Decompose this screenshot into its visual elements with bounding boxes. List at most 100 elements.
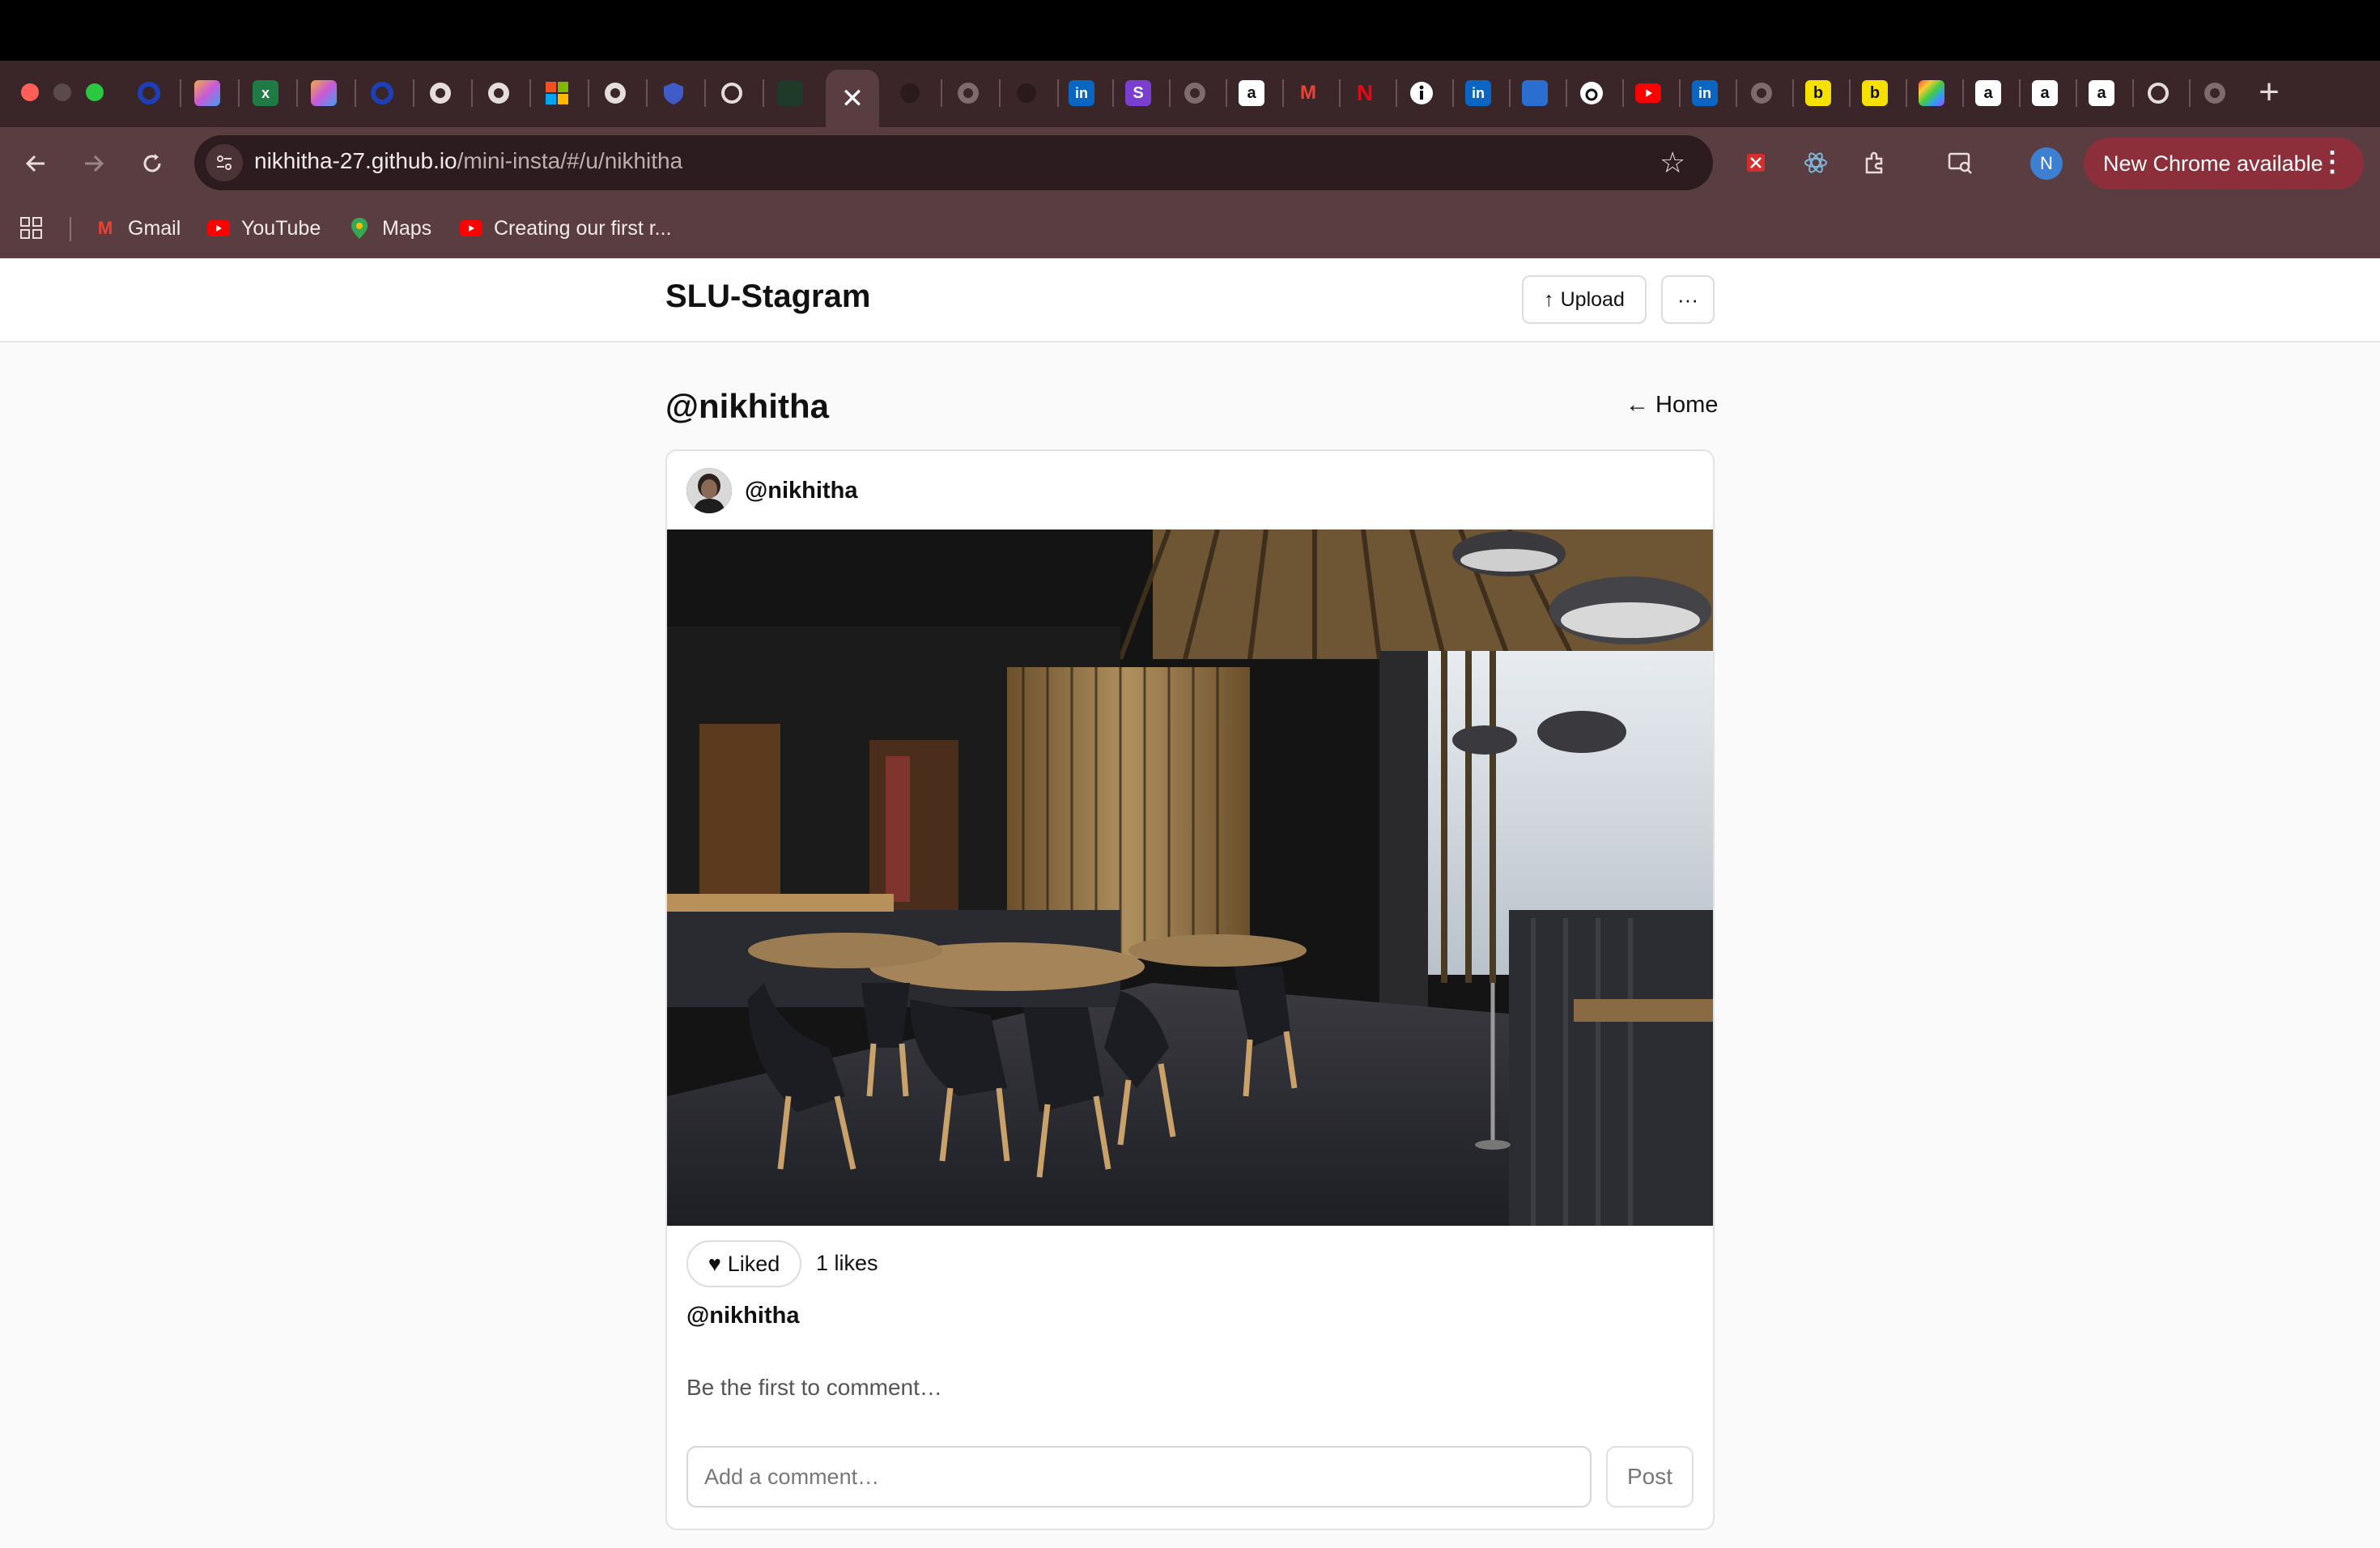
- tab-favicon-globe-icon[interactable]: [427, 80, 453, 106]
- tab-separator: [1339, 79, 1341, 107]
- home-link[interactable]: ← Home: [1626, 392, 1718, 419]
- tab-favicon-amazon-icon[interactable]: a: [2032, 80, 2058, 106]
- tab-separator: [588, 79, 589, 107]
- tab-separator: [1792, 79, 1794, 107]
- tab-favicon-linkedin-icon[interactable]: in: [1069, 80, 1094, 106]
- post-username[interactable]: @nikhitha: [745, 478, 857, 504]
- apps-grid-icon[interactable]: [19, 214, 44, 243]
- tab-favicon-linkedin-icon[interactable]: in: [1692, 80, 1718, 106]
- tab-favicon-youtube-icon[interactable]: [1635, 80, 1661, 106]
- bookmark-youtube[interactable]: YouTube: [207, 214, 321, 243]
- avatar[interactable]: [686, 468, 732, 513]
- extension-atom-icon[interactable]: [1799, 146, 1833, 180]
- tab-favicon-globe-icon[interactable]: [486, 80, 512, 106]
- tab-favicon-s-icon[interactable]: S: [1125, 80, 1151, 106]
- tab-separator: [1906, 79, 1907, 107]
- site-info-icon[interactable]: [206, 144, 243, 181]
- youtube-icon: [207, 217, 230, 240]
- tab-favicon-globe-icon[interactable]: [2202, 80, 2228, 106]
- tab-favicon-globe-icon[interactable]: [955, 80, 981, 106]
- app-brand[interactable]: SLU-Stagram: [665, 279, 870, 315]
- tab-favicon-info-icon[interactable]: [1409, 80, 1434, 106]
- tab-favicon-linkedin-icon[interactable]: in: [1465, 80, 1491, 106]
- tab-favicon-globe-icon[interactable]: [602, 80, 628, 106]
- tab-favicon-amazon-icon[interactable]: a: [2089, 80, 2114, 106]
- tab-separator: [999, 79, 1001, 107]
- menu-bar: [0, 0, 2380, 61]
- tab-search-icon[interactable]: [1943, 146, 1977, 180]
- like-button[interactable]: ♥ Liked: [686, 1240, 801, 1287]
- gmail-icon: M: [97, 218, 113, 238]
- tab-favicon-gmail-icon[interactable]: M: [1295, 80, 1321, 106]
- tab-favicon-github-icon[interactable]: [897, 80, 923, 106]
- forward-arrow-icon: [85, 155, 104, 172]
- profile-avatar[interactable]: N: [2030, 147, 2063, 180]
- upload-button[interactable]: ↑ Upload: [1522, 275, 1647, 324]
- close-window-button[interactable]: [21, 83, 39, 101]
- tab-separator: [413, 79, 414, 107]
- tab-favicon-b-icon[interactable]: b: [1805, 80, 1831, 106]
- tab-favicon-github-icon[interactable]: [1014, 80, 1039, 106]
- back-button[interactable]: [15, 142, 57, 185]
- tab-favicon-shield-icon[interactable]: [661, 80, 686, 106]
- more-options-button[interactable]: ···: [1661, 275, 1715, 324]
- comment-input[interactable]: [686, 1446, 1592, 1508]
- tab-separator: [1679, 79, 1681, 107]
- minimize-window-button[interactable]: [53, 83, 71, 101]
- tab-separator: [1509, 79, 1511, 107]
- tab-favicon-openai-icon[interactable]: [719, 80, 745, 106]
- tab-favicon-ring-icon[interactable]: [136, 80, 162, 106]
- bookmark-label: Gmail: [128, 216, 181, 240]
- caption-username[interactable]: @nikhitha: [686, 1303, 799, 1329]
- bookmark-label: Maps: [382, 216, 432, 240]
- maps-icon: [348, 217, 371, 240]
- tab-separator: [1849, 79, 1851, 107]
- tab-favicon-colorful-icon[interactable]: [1919, 80, 1944, 106]
- tab-favicon-dark-icon[interactable]: [777, 80, 803, 106]
- tab-separator: [1226, 79, 1227, 107]
- tab-favicon-amazon-icon[interactable]: a: [1975, 80, 2001, 106]
- tab-separator: [2132, 79, 2134, 107]
- tab-favicon-openai-icon[interactable]: [2145, 80, 2171, 106]
- bookmark-star-icon[interactable]: ☆: [1660, 147, 1685, 179]
- tab-separator: [2019, 79, 2021, 107]
- tab-favicon-copilot-icon[interactable]: [311, 80, 337, 106]
- tab-favicon-globe-icon[interactable]: [1182, 80, 1208, 106]
- new-tab-button[interactable]: +: [2250, 74, 2288, 112]
- tab-favicon-amazon-icon[interactable]: a: [1239, 80, 1264, 106]
- tab-separator: [471, 79, 473, 107]
- chrome-update-button[interactable]: New Chrome available ⋮: [2084, 138, 2364, 189]
- tab-favicon-copilot-icon[interactable]: [194, 80, 220, 106]
- tab-separator: [1962, 79, 1964, 107]
- tab-favicon-netflix-icon[interactable]: N: [1352, 80, 1378, 106]
- tab-favicon-excel-icon[interactable]: x: [253, 80, 278, 106]
- tab-favicon-tie-icon[interactable]: [1522, 80, 1548, 106]
- bookmark-maps[interactable]: Maps: [348, 214, 431, 243]
- tab-separator: [1112, 79, 1114, 107]
- tab-separator: [2189, 79, 2191, 107]
- url-text[interactable]: nikhitha-27.github.io/mini-insta/#/u/nik…: [254, 148, 682, 174]
- active-tab-close-button[interactable]: ✕: [826, 70, 879, 127]
- heart-icon: ♥: [708, 1251, 721, 1276]
- tab-favicon-six-icon[interactable]: [1579, 80, 1604, 106]
- extension-pdf-icon[interactable]: [1739, 146, 1773, 180]
- post-comment-button[interactable]: Post: [1606, 1446, 1694, 1508]
- bookmark-gmail[interactable]: M Gmail: [94, 214, 181, 243]
- bookmark-creating-first[interactable]: Creating our first r...: [460, 214, 672, 243]
- tab-favicon-microsoft-icon[interactable]: [544, 80, 570, 106]
- bookmark-label: YouTube: [241, 216, 321, 240]
- tab-favicon-globe-icon[interactable]: [1749, 80, 1774, 106]
- tab-favicon-ring-icon[interactable]: [369, 80, 395, 106]
- tab-separator: [529, 79, 531, 107]
- extensions-puzzle-icon[interactable]: [1857, 146, 1891, 180]
- tab-separator: [1622, 79, 1624, 107]
- post-image[interactable]: [667, 529, 1713, 1226]
- forward-button[interactable]: [73, 142, 115, 185]
- reload-button[interactable]: [131, 142, 173, 185]
- tab-separator: [238, 79, 240, 107]
- tab-separator: [1736, 79, 1737, 107]
- empty-comments-text: Be the first to comment…: [686, 1375, 942, 1400]
- tab-favicon-b-icon[interactable]: b: [1862, 80, 1888, 106]
- zoom-window-button[interactable]: [86, 83, 104, 101]
- tab-separator: [646, 79, 648, 107]
